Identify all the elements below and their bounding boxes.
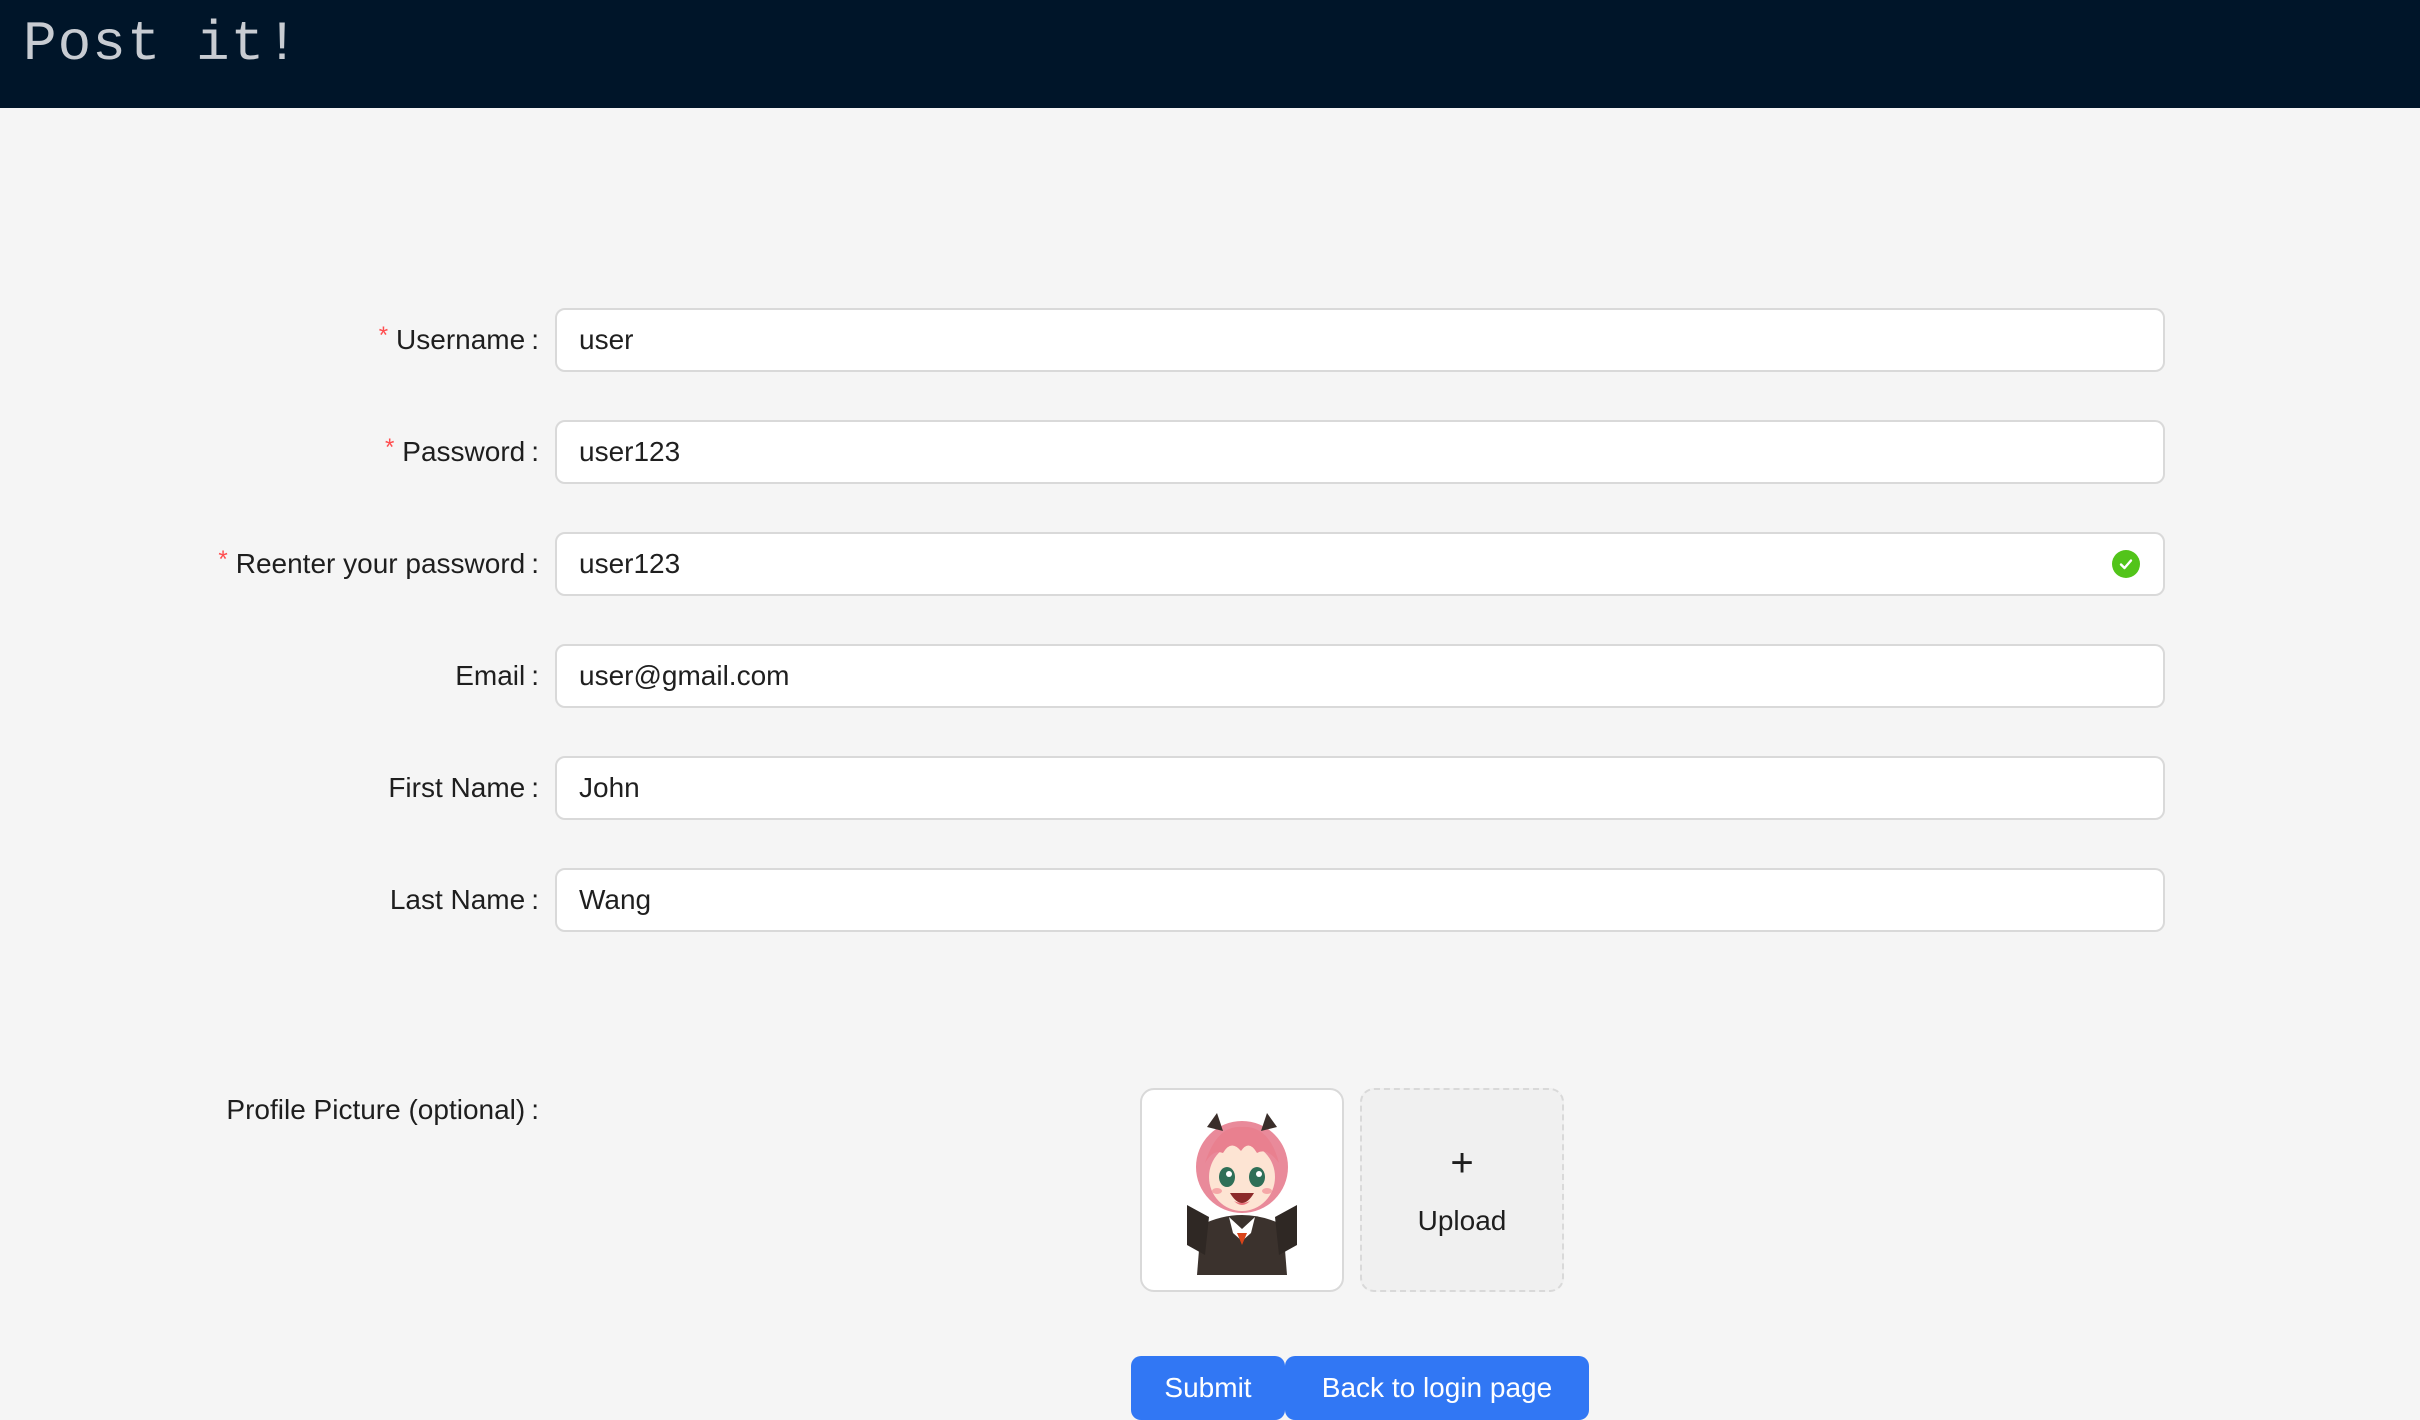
- avatar-image: [1187, 1113, 1297, 1275]
- back-to-login-button[interactable]: Back to login page: [1285, 1356, 1589, 1420]
- last-name-row: Last Name:: [0, 868, 2420, 932]
- brand-title: Post it!: [23, 12, 300, 76]
- username-row: * Username:: [0, 308, 2420, 372]
- password-label: * Password:: [384, 434, 539, 467]
- profile-picture-label: Profile Picture (optional):: [226, 1094, 539, 1125]
- email-input[interactable]: [555, 644, 2165, 708]
- reenter-password-label: * Reenter your password:: [218, 546, 539, 579]
- form-actions: Submit Back to login page: [1131, 1356, 1589, 1420]
- app-header: Post it!: [0, 0, 2420, 108]
- profile-picture-thumbnail[interactable]: [1140, 1088, 1344, 1292]
- required-mark: *: [378, 322, 389, 349]
- email-label: Email:: [455, 660, 539, 691]
- username-input[interactable]: [555, 308, 2165, 372]
- required-mark: *: [384, 434, 395, 461]
- email-row: Email:: [0, 644, 2420, 708]
- password-row: * Password:: [0, 420, 2420, 484]
- plus-icon: +: [1450, 1141, 1474, 1185]
- last-name-input[interactable]: [555, 868, 2165, 932]
- upload-button[interactable]: + Upload: [1360, 1088, 1564, 1292]
- password-input[interactable]: [555, 420, 2165, 484]
- reenter-password-row: * Reenter your password:: [0, 532, 2420, 596]
- upload-label: Upload: [1417, 1205, 1507, 1236]
- profile-picture-upload: + Upload: [1140, 1088, 1564, 1292]
- first-name-row: First Name:: [0, 756, 2420, 820]
- required-mark: *: [218, 546, 228, 573]
- username-label: * Username:: [378, 322, 539, 355]
- submit-button[interactable]: Submit: [1131, 1356, 1285, 1420]
- check-circle-icon: [2112, 550, 2140, 578]
- reenter-password-input[interactable]: [555, 532, 2165, 596]
- first-name-input[interactable]: [555, 756, 2165, 820]
- first-name-label: First Name:: [388, 772, 539, 803]
- last-name-label: Last Name:: [389, 884, 539, 915]
